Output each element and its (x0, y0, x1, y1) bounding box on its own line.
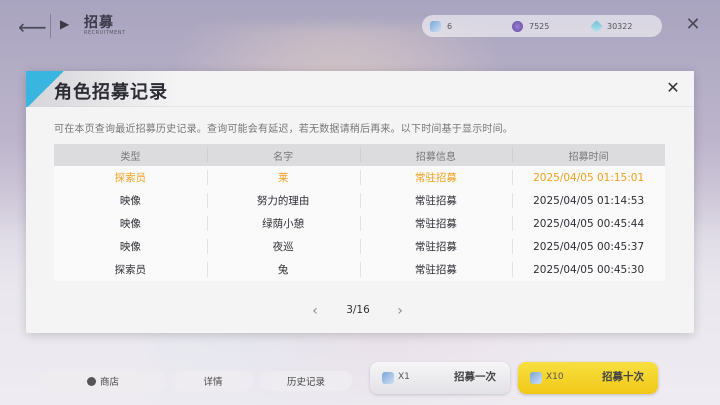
table-header-row: 类型 名字 招募信息 招募时间 (54, 144, 665, 166)
cell-info: 常驻招募 (359, 212, 513, 235)
crystal-orb-icon (512, 20, 523, 32)
column-header-info: 招募信息 (359, 144, 513, 166)
chevron-right-icon[interactable]: › (393, 301, 407, 321)
recruit-icon: ▶ (60, 17, 70, 31)
cell-time: 2025/04/05 00:45:44 (512, 212, 665, 235)
cell-time: 2025/04/05 00:45:30 (512, 258, 665, 281)
chevron-left-icon[interactable]: ‹ (308, 301, 322, 321)
pull-label: 招募十次 (602, 371, 644, 383)
table-row: 映像 绿荫小憩 常驻招募 2025/04/05 00:45:44 (54, 212, 665, 235)
details-button[interactable]: 详情 (172, 371, 254, 391)
cell-time: 2025/04/05 00:45:37 (512, 235, 665, 258)
cell-name: 莱 (206, 166, 360, 189)
cell-name: 努力的理由 (206, 189, 360, 212)
back-arrow-icon[interactable]: ⟵ (18, 16, 47, 38)
page-title: 招募 (84, 15, 114, 31)
recruit-once-button[interactable]: X1 招募一次 (370, 362, 510, 394)
cell-type: 映像 (54, 189, 207, 212)
cell-type: 映像 (54, 212, 207, 235)
recruit-ten-button[interactable]: X10 招募十次 (518, 362, 658, 394)
history-table: 类型 名字 招募信息 招募时间 探索员 莱 常驻招募 2025/04/05 01… (54, 144, 665, 281)
cell-type: 映像 (54, 235, 207, 258)
currency-value: 6 (447, 21, 453, 31)
cell-name: 绿荫小憩 (206, 212, 360, 235)
table-row: 映像 努力的理由 常驻招募 2025/04/05 01:14:53 (54, 189, 665, 212)
pull-label: 招募一次 (454, 371, 496, 383)
cell-name: 兔 (206, 258, 360, 281)
cell-name: 夜巡 (206, 235, 360, 258)
pass-ticket-icon (430, 20, 441, 32)
header-divider (50, 14, 51, 38)
dialog-description: 可在本页查询最近招募历史记录。查询可能会有延迟，若无数据请稍后再来。以下时间基于… (54, 124, 513, 135)
diamond-icon (590, 19, 603, 33)
details-button-label: 详情 (203, 377, 223, 388)
top-bar: ⟵ ▶ 招募 RECRUITMENT 6 7525 30322 ✕ (0, 0, 720, 52)
column-header-time: 招募时间 (512, 144, 665, 166)
currency-pass[interactable]: 6 (430, 15, 452, 37)
cell-info: 常驻招募 (359, 235, 513, 258)
dialog-close-icon[interactable]: ✕ (664, 79, 682, 97)
column-header-name: 名字 (206, 144, 360, 166)
cell-type: 探索员 (54, 258, 207, 281)
pass-ticket-icon (530, 372, 542, 384)
page-subtitle: RECRUITMENT (84, 30, 126, 36)
cell-type: 探索员 (54, 166, 207, 189)
cell-time: 2025/04/05 01:15:01 (512, 166, 665, 189)
currency-orb[interactable]: 7525 (512, 15, 549, 37)
table-row: 探索员 兔 常驻招募 2025/04/05 00:45:30 (54, 258, 665, 281)
dialog-header: 角色招募记录 ✕ (26, 71, 694, 107)
table-row: 映像 夜巡 常驻招募 2025/04/05 00:45:37 (54, 235, 665, 258)
cell-info: 常驻招募 (359, 189, 513, 212)
cell-info: 常驻招募 (359, 166, 513, 189)
close-icon[interactable]: ✕ (682, 14, 704, 36)
shop-icon (86, 376, 96, 386)
pass-ticket-icon (382, 372, 394, 384)
currency-diamond[interactable]: 30322 (590, 15, 633, 37)
history-button-label: 历史记录 (286, 377, 325, 388)
table-row: 探索员 莱 常驻招募 2025/04/05 01:15:01 (54, 166, 665, 189)
pull-cost: X1 (398, 372, 410, 382)
cell-info: 常驻招募 (359, 258, 513, 281)
currency-value: 7525 (529, 21, 550, 31)
page-indicator: 3/16 (346, 304, 370, 316)
column-header-type: 类型 (54, 144, 207, 166)
cell-time: 2025/04/05 01:14:53 (512, 189, 665, 212)
recruit-history-dialog: 角色招募记录 ✕ 可在本页查询最近招募历史记录。查询可能会有延迟，若无数据请稍后… (26, 71, 694, 333)
pull-cost: X10 (546, 372, 564, 382)
shop-button-label: 商店 (99, 377, 119, 388)
shop-button[interactable]: 商店 (40, 371, 166, 391)
currency-bar: 6 7525 30322 (422, 15, 662, 37)
currency-value: 30322 (607, 21, 633, 31)
dialog-title: 角色招募记录 (54, 82, 168, 103)
history-button[interactable]: 历史记录 (260, 371, 352, 391)
pagination: ‹ 3/16 › (26, 299, 694, 323)
